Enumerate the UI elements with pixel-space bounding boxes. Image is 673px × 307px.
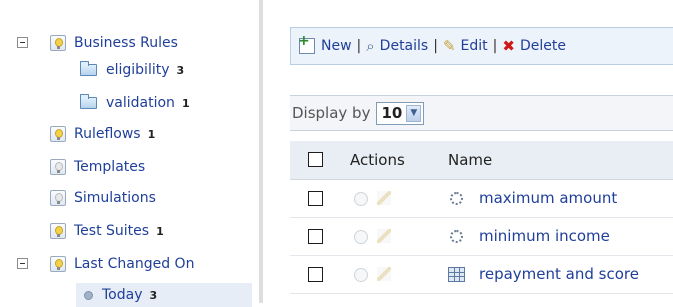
collapse-toggle-last-changed[interactable] xyxy=(17,258,28,269)
tree-item-validation[interactable]: validation 1 xyxy=(80,91,190,115)
bulb-icon xyxy=(50,126,66,142)
tree-item-label: Last Changed On xyxy=(74,256,195,272)
view-details-icon[interactable] xyxy=(354,230,368,244)
rule-name-link[interactable]: repayment and score xyxy=(479,265,639,283)
select-all-checkbox[interactable] xyxy=(308,152,323,167)
row-checkbox[interactable] xyxy=(308,191,323,206)
pencil-icon: ✎ xyxy=(442,36,456,55)
magnifier-icon: ⌕ xyxy=(366,36,375,55)
edit-pencil-icon[interactable] xyxy=(377,229,391,243)
tree-item-label: validation xyxy=(106,95,175,111)
item-count-badge: 3 xyxy=(176,63,185,77)
folder-icon xyxy=(80,61,97,76)
tree-item-label: Business Rules xyxy=(74,35,178,51)
column-header-name[interactable]: Name xyxy=(448,151,492,169)
new-label: New xyxy=(321,38,352,54)
folder-icon xyxy=(80,94,97,109)
view-details-icon[interactable] xyxy=(354,268,368,282)
rules-table: Actions Name maximum amount minimum inco… xyxy=(290,141,673,294)
tree-item-test-suites[interactable]: Test Suites 1 xyxy=(50,219,164,243)
delete-label: Delete xyxy=(519,38,566,54)
rule-name-link[interactable]: minimum income xyxy=(479,227,610,245)
paging-bar: Display by 10 ▼ xyxy=(290,95,673,131)
details-label: Details xyxy=(379,38,429,54)
item-count-badge: 1 xyxy=(147,127,156,141)
toolbar-separator: | xyxy=(433,38,438,54)
item-count-badge: 1 xyxy=(156,224,164,238)
tree-item-label: Simulations xyxy=(74,190,156,206)
rule-tree: Business Rules eligibility 3 validation … xyxy=(0,0,252,307)
tree-item-simulations[interactable]: Simulations xyxy=(50,186,156,210)
tree-item-today[interactable]: Today 3 xyxy=(76,283,252,307)
column-header-actions: Actions xyxy=(350,151,405,169)
toolbar-separator: | xyxy=(356,38,362,54)
new-document-icon xyxy=(298,33,315,54)
tree-item-label: Ruleflows xyxy=(74,126,141,142)
bulb-icon xyxy=(50,223,66,239)
tree-item-business-rules[interactable]: Business Rules xyxy=(50,31,178,55)
bulb-icon xyxy=(50,159,66,175)
page-size-select[interactable]: 10 ▼ xyxy=(376,101,425,125)
details-button[interactable]: ⌕ Details xyxy=(366,38,428,54)
rule-name-link[interactable]: maximum amount xyxy=(479,189,617,207)
tree-item-label: Today xyxy=(102,287,143,303)
edit-label: Edit xyxy=(460,38,488,54)
tree-item-templates[interactable]: Templates xyxy=(50,155,145,179)
view-details-icon[interactable] xyxy=(354,192,368,206)
bulb-icon xyxy=(50,190,66,206)
table-row: minimum income xyxy=(290,218,673,256)
gear-icon xyxy=(450,230,463,243)
bulb-icon xyxy=(50,35,66,51)
tree-item-label: Test Suites xyxy=(74,223,150,239)
dot-icon xyxy=(84,290,93,300)
tree-item-label: eligibility xyxy=(106,62,170,78)
toolbar: New | ⌕ Details | ✎ Edit | ✖ Delete xyxy=(290,27,673,65)
edit-pencil-icon[interactable] xyxy=(377,267,391,281)
page-size-value: 10 xyxy=(381,104,403,122)
table-icon xyxy=(448,267,465,282)
tree-item-last-changed-on[interactable]: Last Changed On xyxy=(50,252,194,276)
delete-button[interactable]: ✖ Delete xyxy=(502,38,566,54)
item-count-badge: 1 xyxy=(181,96,190,110)
tree-item-ruleflows[interactable]: Ruleflows 1 xyxy=(50,122,155,146)
item-count-badge: 3 xyxy=(149,288,158,302)
splitter[interactable] xyxy=(259,0,263,303)
display-by-label: Display by xyxy=(292,104,371,122)
row-checkbox[interactable] xyxy=(308,267,323,282)
bulb-icon xyxy=(50,256,66,272)
tree-item-eligibility[interactable]: eligibility 3 xyxy=(80,58,184,82)
table-row: maximum amount xyxy=(290,180,673,218)
edit-button[interactable]: ✎ Edit xyxy=(443,38,488,54)
toolbar-separator: | xyxy=(492,38,498,54)
new-button[interactable]: New xyxy=(298,33,352,54)
tree-item-label: Templates xyxy=(74,159,146,175)
row-checkbox[interactable] xyxy=(308,229,323,244)
table-header: Actions Name xyxy=(290,141,673,180)
gear-icon xyxy=(450,192,463,205)
table-row: repayment and score xyxy=(290,256,673,294)
collapse-toggle-business-rules[interactable] xyxy=(17,37,28,48)
edit-pencil-icon[interactable] xyxy=(377,191,391,205)
chevron-down-icon[interactable]: ▼ xyxy=(406,104,422,122)
delete-x-icon: ✖ xyxy=(502,36,515,55)
